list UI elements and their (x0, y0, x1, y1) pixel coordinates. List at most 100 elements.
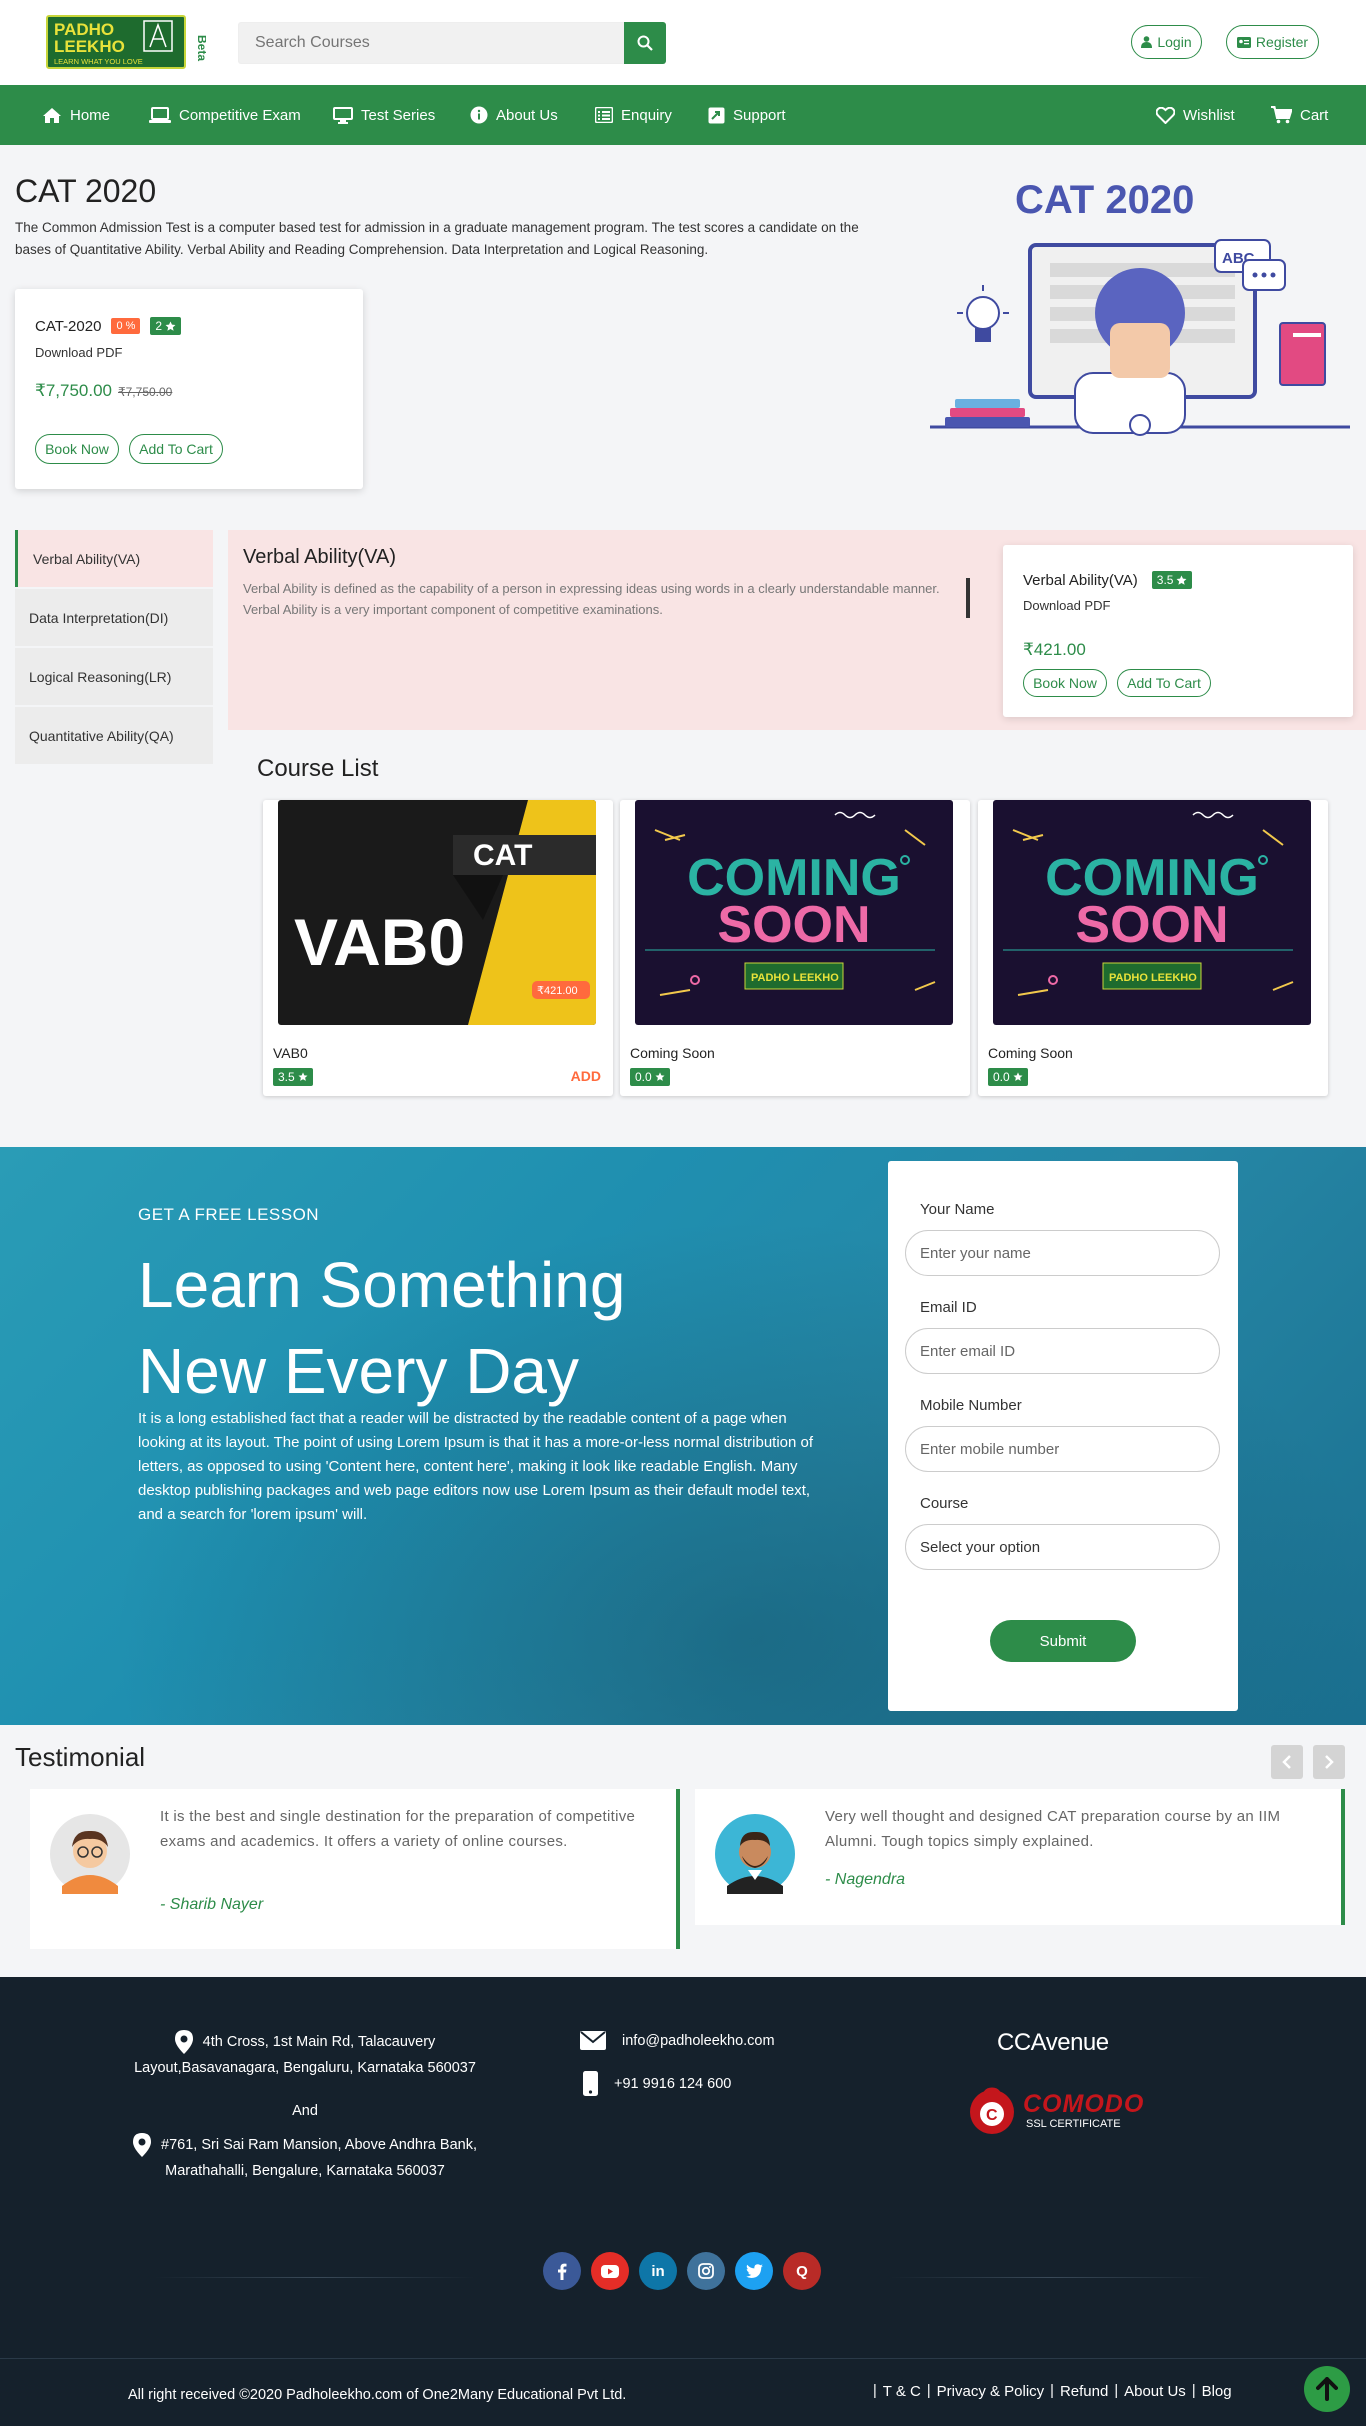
footer-link-terms[interactable]: T & C (883, 2383, 921, 2400)
footer-link-about[interactable]: About Us (1124, 2383, 1186, 2400)
nav-competitive-exam[interactable]: Competitive Exam (149, 85, 301, 145)
search-button[interactable] (624, 22, 666, 64)
course-rating-badge: 3.5 (273, 1068, 313, 1086)
register-button[interactable]: Register (1226, 25, 1319, 59)
quora-icon: Q (796, 2262, 808, 2280)
chevron-right-icon (1324, 1755, 1334, 1769)
testimonial-next-button[interactable] (1313, 1745, 1345, 1779)
exam-description: The Common Admission Test is a computer … (15, 220, 859, 257)
linkedin-button[interactable]: in (639, 2252, 677, 2290)
nav-home[interactable]: Home (42, 85, 110, 145)
email-field[interactable]: Enter email ID (905, 1328, 1220, 1374)
heart-icon (1156, 106, 1175, 124)
footer-rule (0, 2358, 1366, 2359)
nav-test-series[interactable]: Test Series (333, 85, 435, 145)
subject-add-to-cart-button[interactable]: Add To Cart (1117, 669, 1211, 697)
contact-phone[interactable]: +91 9916 124 600 (583, 2071, 731, 2096)
lesson-headline-1: Learn Something (138, 1249, 626, 1321)
star-icon (655, 1072, 665, 1082)
course-label: Course (920, 1495, 969, 1512)
id-card-icon (1236, 36, 1251, 48)
star-icon (298, 1072, 308, 1082)
arrow-up-icon (1316, 2377, 1338, 2401)
address-line-2: #761, Sri Sai Ram Mansion, Above Andhra … (161, 2137, 477, 2179)
star-icon (1176, 574, 1187, 586)
course-list-title: Course List (257, 755, 379, 782)
avatar (50, 1814, 130, 1894)
tab-quantitative-ability[interactable]: Quantitative Ability(QA) (15, 707, 213, 764)
course-name: Coming Soon (630, 1045, 715, 1061)
product-name: CAT-2020 (35, 317, 102, 335)
twitter-button[interactable] (735, 2252, 773, 2290)
comodo-ssl-badge: C COMODO SSL CERTIFICATE (968, 2080, 1168, 2140)
footer-link-refund[interactable]: Refund (1060, 2383, 1108, 2400)
star-icon (1013, 1072, 1023, 1082)
subject-product-name: Verbal Ability(VA) (1023, 571, 1138, 589)
testimonial-text: Very well thought and designed CAT prepa… (825, 1808, 1281, 1850)
contact-email[interactable]: info@padholeekho.com (580, 2031, 775, 2050)
svg-text:LEEKHO: LEEKHO (54, 37, 125, 56)
envelope-icon (580, 2031, 606, 2050)
panel-divider (966, 578, 970, 618)
lesson-body: It is a long established fact that a rea… (138, 1410, 814, 1523)
testimonial-author: - Sharib Nayer (160, 1896, 264, 1913)
course-card[interactable]: CAT VAB0 ₹421.00 VAB0 3.5 ADD (263, 800, 613, 1096)
course-thumbnail: CAT VAB0 ₹421.00 (278, 800, 596, 1025)
copyright-text: All right received ©2020 Padholeekho.com… (128, 2387, 627, 2403)
testimonial-card: Very well thought and designed CAT prepa… (695, 1789, 1345, 1925)
subject-panel: Verbal Ability(VA) Verbal Ability is def… (228, 530, 1366, 730)
main-nav: Home Competitive Exam Test Series About … (0, 85, 1366, 145)
quora-button[interactable]: Q (783, 2252, 821, 2290)
comodo-subtext: SSL CERTIFICATE (1026, 2118, 1121, 2130)
page-title: CAT 2020 (15, 173, 157, 209)
subject-title: Verbal Ability(VA) (243, 546, 397, 568)
course-card[interactable]: COMING SOON PADHO LEEKHO Coming Soon 0.0 (620, 800, 970, 1096)
info-icon (470, 106, 488, 124)
instagram-button[interactable] (687, 2252, 725, 2290)
add-course-button[interactable]: ADD (571, 1068, 601, 1084)
mobile-field[interactable]: Enter mobile number (905, 1426, 1220, 1472)
svg-text:PADHO LEEKHO: PADHO LEEKHO (751, 972, 839, 984)
svg-text:LEARN WHAT YOU LOVE: LEARN WHAT YOU LOVE (54, 57, 143, 66)
nav-enquiry[interactable]: Enquiry (595, 85, 672, 145)
name-field[interactable]: Enter your name (905, 1230, 1220, 1276)
support-icon (708, 107, 725, 124)
nav-cart[interactable]: Cart (1271, 85, 1328, 145)
footer-link-privacy[interactable]: Privacy & Policy (937, 2383, 1045, 2400)
avatar (715, 1814, 795, 1894)
subject-product-price: ₹421.00 (1023, 640, 1086, 659)
facebook-button[interactable] (543, 2252, 581, 2290)
book-now-button[interactable]: Book Now (35, 434, 119, 464)
tab-logical-reasoning[interactable]: Logical Reasoning(LR) (15, 648, 213, 705)
nav-wishlist[interactable]: Wishlist (1156, 85, 1235, 145)
subject-book-now-button[interactable]: Book Now (1023, 669, 1107, 697)
nav-support[interactable]: Support (708, 85, 786, 145)
course-select[interactable]: Select your option (905, 1524, 1220, 1570)
exam-product-card: CAT-2020 0 % 2 Download PDF ₹7,750.00 ₹7… (15, 289, 363, 489)
login-button[interactable]: Login (1131, 25, 1202, 59)
submit-button[interactable]: Submit (990, 1620, 1136, 1662)
search-input[interactable] (238, 22, 624, 64)
footer-link-blog[interactable]: Blog (1202, 2383, 1232, 2400)
ccavenue-logo: CCAvenue (997, 2029, 1109, 2056)
monitor-icon (333, 106, 353, 124)
site-footer: 4th Cross, 1st Main Rd, Talacauvery Layo… (0, 1977, 1366, 2426)
testimonial-prev-button[interactable] (1271, 1745, 1303, 1779)
course-card[interactable]: COMING SOON PADHO LEEKHO Coming Soon 0.0 (978, 800, 1328, 1096)
facebook-icon (557, 2263, 567, 2280)
site-logo[interactable]: PADHO LEEKHO LEARN WHAT YOU LOVE Beta (46, 15, 206, 71)
back-to-top-button[interactable] (1304, 2366, 1350, 2412)
user-icon (1141, 36, 1153, 48)
footer-divider-right (890, 2277, 1210, 2278)
add-to-cart-button[interactable]: Add To Cart (129, 434, 223, 464)
nav-about-us[interactable]: About Us (470, 85, 558, 145)
tab-data-interpretation[interactable]: Data Interpretation(DI) (15, 589, 213, 646)
testimonial-title: Testimonial (15, 1742, 146, 1772)
svg-text:C: C (986, 2107, 998, 2124)
rating-badge: 3.5 (1151, 571, 1193, 589)
cart-icon (1271, 106, 1292, 124)
instagram-icon (698, 2263, 714, 2279)
chevron-left-icon (1282, 1755, 1292, 1769)
youtube-button[interactable] (591, 2252, 629, 2290)
tab-verbal-ability[interactable]: Verbal Ability(VA) (15, 530, 213, 587)
